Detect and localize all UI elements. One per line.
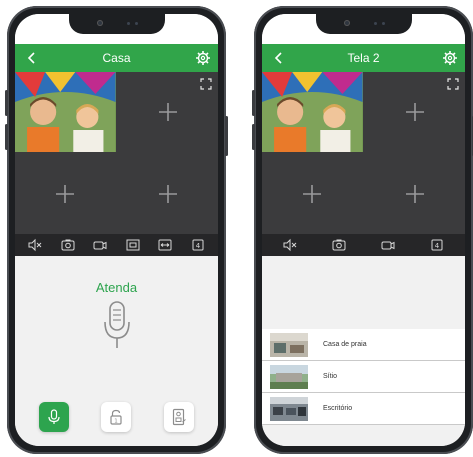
sensor xyxy=(381,22,385,25)
sensor xyxy=(126,22,130,25)
front-camera xyxy=(343,20,350,26)
mute-icon[interactable] xyxy=(283,238,297,252)
add-camera-slot[interactable] xyxy=(364,72,465,152)
window-fit-icon[interactable] xyxy=(126,238,140,252)
microphone-icon xyxy=(48,409,60,424)
add-camera-slot[interactable] xyxy=(364,154,465,234)
sensor xyxy=(134,22,138,25)
video-feed[interactable] xyxy=(15,72,116,152)
volume-up-button xyxy=(252,90,255,116)
room-image xyxy=(270,332,308,357)
list-item[interactable]: Escritório xyxy=(262,393,465,425)
chevron-left-icon[interactable] xyxy=(271,50,287,66)
fullscreen-icon[interactable] xyxy=(447,78,459,90)
mute-icon[interactable] xyxy=(28,238,42,252)
plus-icon xyxy=(158,185,177,203)
record-icon[interactable] xyxy=(93,238,107,252)
device-name: Sítio xyxy=(323,373,338,380)
padlock-icon: 1 xyxy=(110,409,123,425)
volume-up-button xyxy=(5,90,8,116)
phone-left: Casa 4 Atenda 1 xyxy=(5,6,228,454)
grid-4-icon[interactable]: 4 xyxy=(430,238,444,252)
svg-text:4: 4 xyxy=(196,242,201,250)
notch xyxy=(315,14,412,34)
plus-icon xyxy=(303,185,322,203)
intercom-icon xyxy=(172,408,186,426)
add-camera-slot[interactable] xyxy=(117,72,218,152)
phone-screen: Casa 4 Atenda 1 xyxy=(15,14,218,446)
stretch-icon[interactable] xyxy=(158,238,172,252)
intercom-panel: Atenda 1 xyxy=(15,256,218,446)
fullscreen-icon[interactable] xyxy=(200,78,212,90)
app-header: Casa xyxy=(15,44,218,72)
volume-down-button xyxy=(5,124,8,150)
phone-right: Tela 2 4 Casa de praia Sítio Escritório xyxy=(252,6,473,454)
family-photo-image xyxy=(15,72,116,152)
sensor xyxy=(373,22,377,25)
snapshot-icon[interactable] xyxy=(61,238,75,252)
lock-number: 1 xyxy=(115,419,119,425)
gear-icon[interactable] xyxy=(195,50,211,66)
device-list: Casa de praia Sítio Escritório xyxy=(262,329,465,425)
intercom-device-button[interactable] xyxy=(163,402,194,432)
device-thumbnail xyxy=(270,332,308,357)
list-item[interactable]: Casa de praia xyxy=(262,329,465,361)
add-camera-slot[interactable] xyxy=(15,154,116,234)
grid-4-icon[interactable]: 4 xyxy=(191,238,205,252)
device-thumbnail xyxy=(270,396,308,421)
gear-icon[interactable] xyxy=(442,50,458,66)
add-camera-slot[interactable] xyxy=(262,154,363,234)
video-feed[interactable] xyxy=(262,72,363,152)
family-photo-image xyxy=(262,72,363,152)
volume-down-button xyxy=(252,124,255,150)
microphone-icon xyxy=(103,301,130,348)
office-image xyxy=(270,396,308,421)
phone-screen: Tela 2 4 Casa de praia Sítio Escritório xyxy=(262,14,465,446)
add-camera-slot[interactable] xyxy=(117,154,218,234)
talk-button[interactable] xyxy=(39,402,70,432)
front-camera xyxy=(96,20,103,26)
screen-title: Tela 2 xyxy=(347,51,380,65)
plus-icon xyxy=(405,103,424,121)
power-button xyxy=(225,116,228,156)
list-item[interactable]: Sítio xyxy=(262,361,465,393)
screen-title: Casa xyxy=(102,51,131,65)
video-toolbar: 4 xyxy=(262,234,465,256)
video-toolbar: 4 xyxy=(15,234,218,256)
plus-icon xyxy=(405,185,424,203)
video-grid xyxy=(15,72,218,234)
yard-image xyxy=(270,364,308,389)
device-name: Casa de praia xyxy=(323,341,367,348)
plus-icon xyxy=(56,185,75,203)
chevron-left-icon[interactable] xyxy=(24,50,40,66)
video-grid xyxy=(262,72,465,234)
snapshot-icon[interactable] xyxy=(332,238,346,252)
device-name: Escritório xyxy=(323,405,353,412)
intercom-actions: 1 xyxy=(15,402,218,432)
record-icon[interactable] xyxy=(381,238,395,252)
svg-text:4: 4 xyxy=(434,242,439,250)
device-thumbnail xyxy=(270,364,308,389)
app-header: Tela 2 xyxy=(262,44,465,72)
answer-label: Atenda xyxy=(95,280,138,295)
notch xyxy=(68,14,165,34)
plus-icon xyxy=(158,103,177,121)
unlock-button[interactable]: 1 xyxy=(101,402,132,432)
